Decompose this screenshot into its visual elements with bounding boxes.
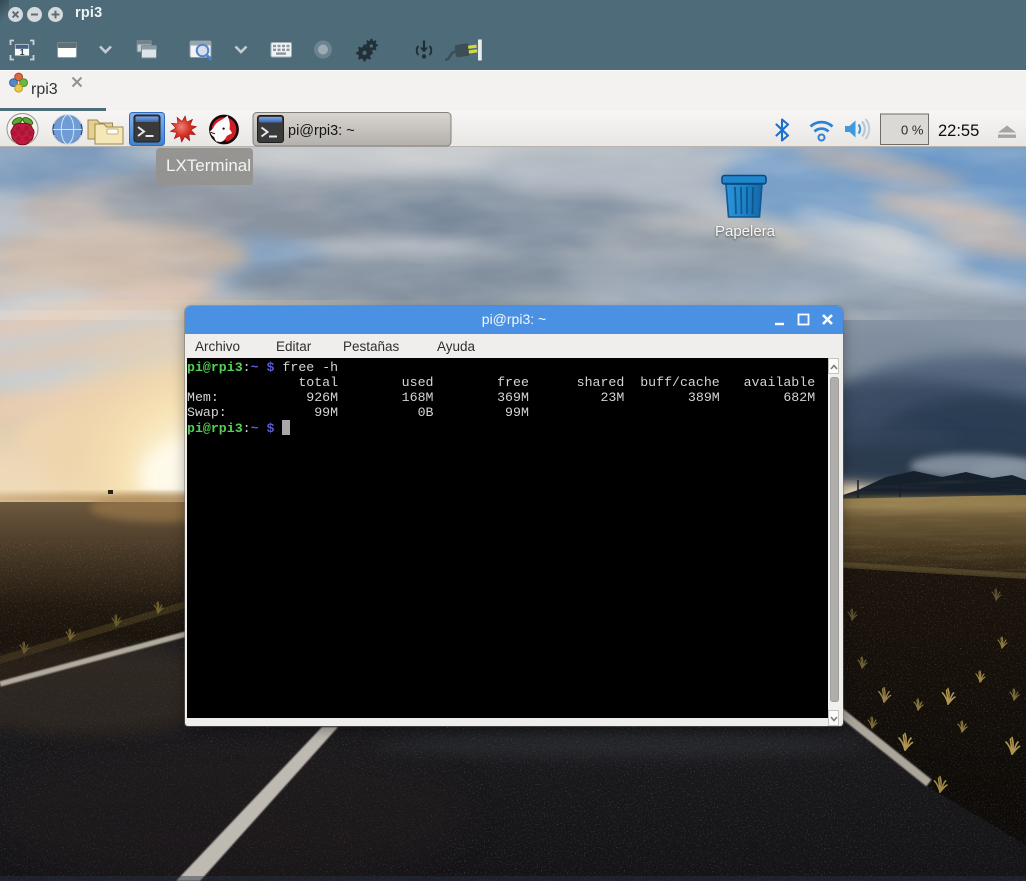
svg-text:22:55: 22:55 <box>938 122 979 140</box>
svg-text:1: 1 <box>20 47 25 57</box>
svg-text:pi@rpi3: ~: pi@rpi3: ~ <box>288 123 355 139</box>
svg-text:0 %: 0 % <box>901 123 924 138</box>
